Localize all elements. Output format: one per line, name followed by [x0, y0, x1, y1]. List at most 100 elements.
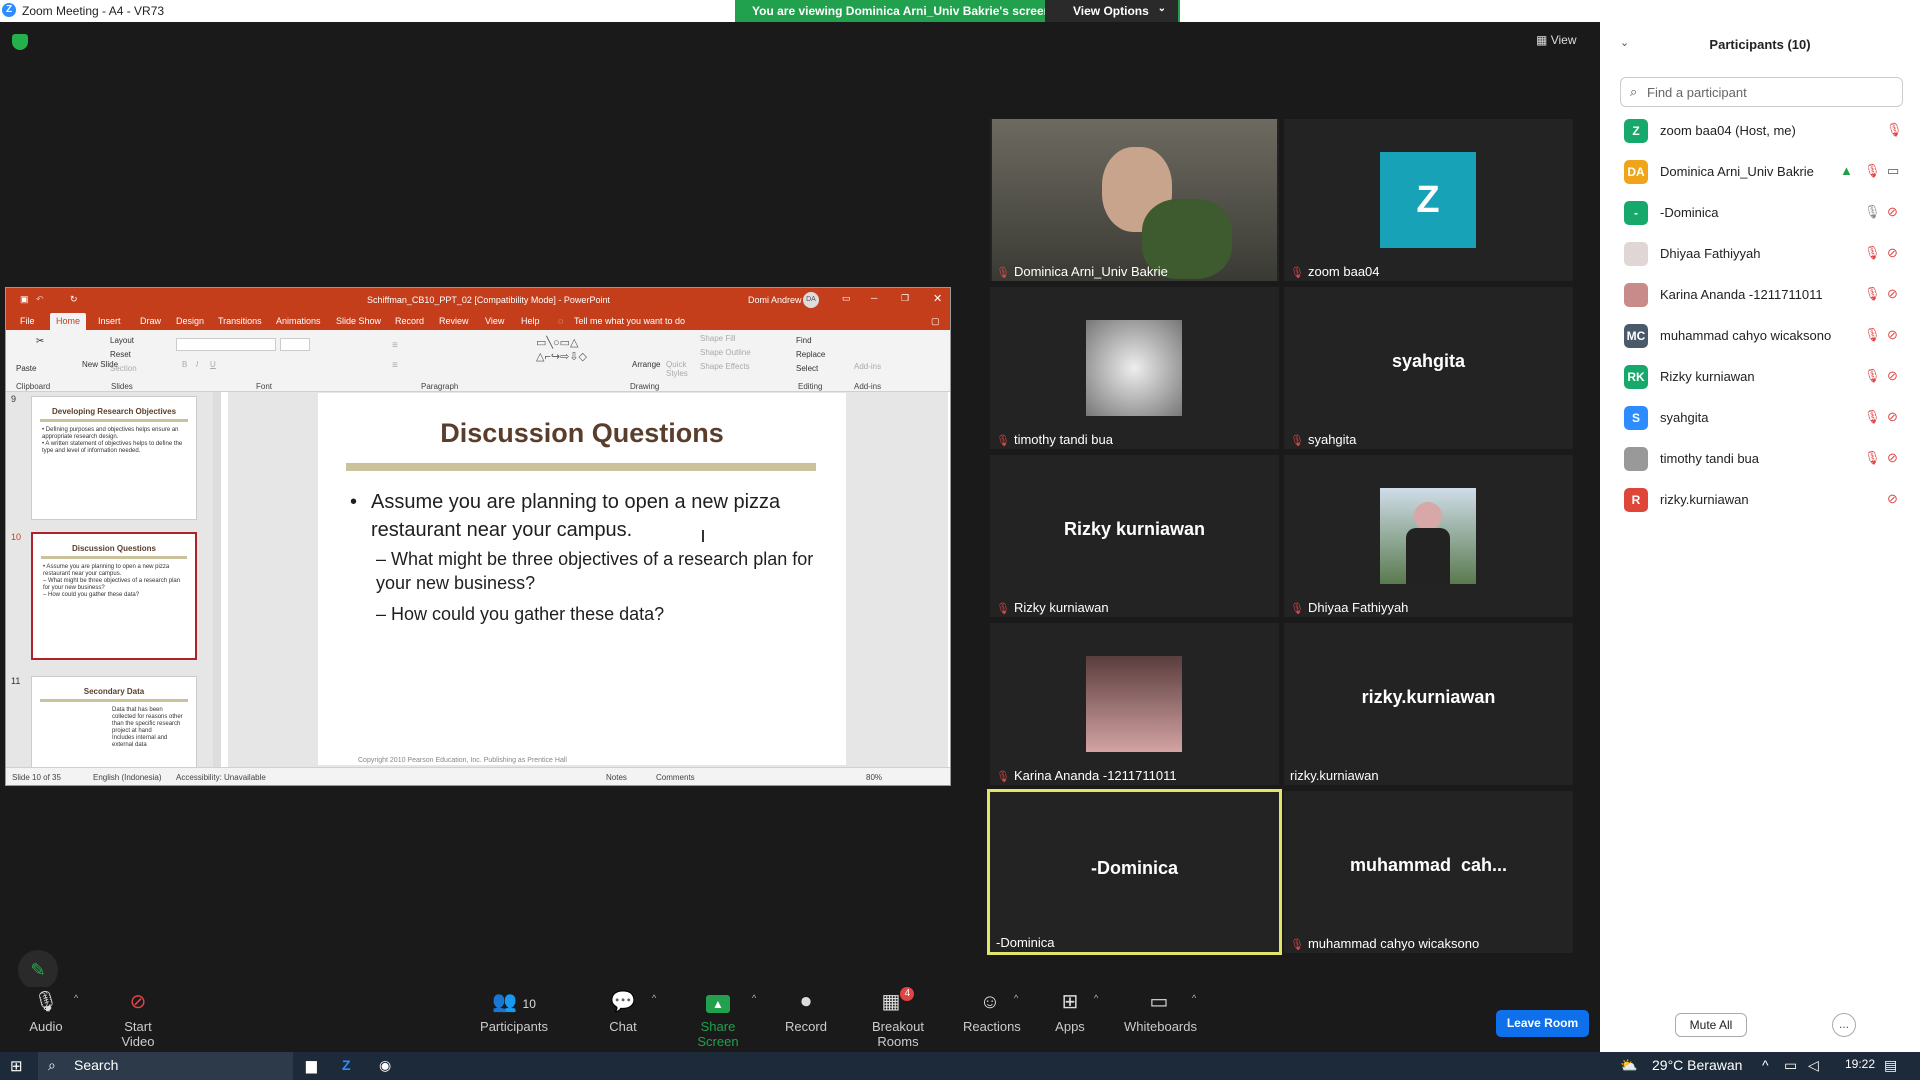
chat-button[interactable]: 💬 Chat — [608, 987, 638, 1034]
reactions-caret-icon[interactable]: ^ — [1014, 993, 1018, 1003]
add-ins-button[interactable]: Add-ins — [854, 362, 881, 371]
shapes-gallery[interactable]: ▭╲○▭△ — [536, 336, 579, 349]
shape-outline-button[interactable]: Shape Outline — [700, 348, 751, 357]
participant-row[interactable]: MC muhammad cahyo wicaksono 🎙 ⊘ — [1600, 315, 1920, 356]
align-left-icon[interactable]: ≡ — [392, 360, 398, 371]
italic-button[interactable]: I — [196, 360, 198, 369]
chrome-icon[interactable]: ◉ — [379, 1057, 391, 1074]
video-tile[interactable]: syahgita 🎙 syahgita — [1284, 287, 1573, 449]
save-icon[interactable]: ▣ — [20, 294, 29, 305]
audio-caret-icon[interactable]: ^ — [74, 993, 78, 1003]
tab-transitions[interactable]: Transitions — [218, 316, 262, 326]
tell-me-search[interactable]: Tell me what you want to do — [574, 316, 685, 326]
tab-file[interactable]: File — [20, 316, 35, 326]
slide-thumbnails-pane[interactable]: 9 Developing Research Objectives • Defin… — [6, 392, 221, 771]
bold-button[interactable]: B — [182, 360, 187, 369]
share-screen-button[interactable]: ▲ Share Screen — [680, 987, 756, 1049]
volume-icon[interactable]: ◁ — [1808, 1057, 1819, 1074]
tab-design[interactable]: Design — [176, 316, 204, 326]
notes-button[interactable]: Notes — [606, 773, 627, 782]
paste-button[interactable]: Paste — [16, 364, 36, 373]
participant-row[interactable]: S syahgita 🎙 ⊘ — [1600, 397, 1920, 438]
audio-button[interactable]: 🎙 Audio — [24, 987, 68, 1034]
share-caret-icon[interactable]: ^ — [752, 993, 756, 1003]
video-off-icon[interactable]: ⊘ — [1887, 491, 1898, 507]
redo-icon[interactable]: ↻ — [70, 294, 78, 305]
record-button[interactable]: ⏺ Record — [783, 987, 829, 1034]
weather-icon[interactable]: ⛅ — [1620, 1057, 1637, 1074]
tab-review[interactable]: Review — [439, 316, 469, 326]
language-indicator[interactable]: English (Indonesia) — [93, 773, 161, 782]
annotate-pencil-icon[interactable]: ✎ — [18, 950, 58, 990]
view-layout-button[interactable]: ▦ View — [1536, 33, 1576, 47]
mic-muted-icon[interactable]: 🎙 — [1864, 450, 1881, 466]
video-off-icon[interactable]: ⊘ — [1887, 204, 1898, 220]
tab-record[interactable]: Record — [395, 316, 424, 326]
section-button[interactable]: Section — [110, 364, 137, 373]
mic-muted-icon[interactable]: 🎙 — [1864, 163, 1881, 179]
video-tile[interactable]: 🎙 Dominica Arni_Univ Bakrie — [990, 119, 1279, 281]
slide-thumbnail[interactable]: Secondary Data Data that has been collec… — [31, 676, 197, 771]
mic-on-icon[interactable]: 🎙 — [1864, 204, 1881, 220]
reset-button[interactable]: Reset — [110, 350, 131, 359]
breakout-rooms-button[interactable]: ▦ 4 Breakout Rooms — [853, 987, 943, 1049]
video-tile[interactable]: 🎙 Dhiyaa Fathiyyah — [1284, 455, 1573, 617]
find-button[interactable]: Find — [796, 336, 812, 345]
more-options-button[interactable]: ... — [1832, 1013, 1856, 1037]
chat-caret-icon[interactable]: ^ — [652, 993, 656, 1003]
comments-button[interactable]: Comments — [656, 773, 695, 782]
video-tile[interactable]: rizky.kurniawan rizky.kurniawan — [1284, 623, 1573, 785]
reactions-button[interactable]: ☺ Reactions — [963, 987, 1021, 1034]
select-button[interactable]: Select — [796, 364, 818, 373]
bullets-icon[interactable]: ≡ — [392, 340, 398, 351]
video-tile[interactable]: Z 🎙 zoom baa04 — [1284, 119, 1573, 281]
mic-muted-icon[interactable]: 🎙 — [1864, 327, 1881, 343]
video-off-icon[interactable]: ⊘ — [1887, 450, 1898, 466]
video-tile-active-speaker[interactable]: -Dominica -Dominica — [987, 789, 1282, 955]
security-shield-icon[interactable] — [12, 34, 28, 50]
quick-styles-button[interactable]: Quick Styles — [666, 360, 690, 378]
mic-muted-icon[interactable]: 🎙 — [1886, 122, 1903, 138]
clock[interactable]: 19:22 — [1845, 1057, 1875, 1071]
file-explorer-icon[interactable]: ▆ — [306, 1057, 317, 1074]
tab-insert[interactable]: Insert — [98, 316, 121, 326]
whiteboards-caret-icon[interactable]: ^ — [1192, 993, 1196, 1003]
taskbar-search-box[interactable]: ⌕ Search — [38, 1052, 293, 1080]
participant-row[interactable]: DA Dominica Arni_Univ Bakrie ▲ 🎙 ▭ — [1600, 151, 1920, 192]
video-on-icon[interactable]: ▭ — [1887, 163, 1899, 179]
mic-muted-icon[interactable]: 🎙 — [1864, 245, 1881, 261]
shapes-gallery-row2[interactable]: △⌐↪⇨⇩◇ — [536, 350, 587, 363]
cut-icon[interactable]: ✂ — [36, 336, 44, 347]
participants-button[interactable]: 👥 10 Participants — [480, 987, 548, 1034]
tab-view[interactable]: View — [485, 316, 504, 326]
comments-icon[interactable]: ▢ — [931, 316, 940, 327]
participant-row[interactable]: Karina Ananda -1211711011 🎙 ⊘ — [1600, 274, 1920, 315]
video-tile[interactable]: muhammad cah... 🎙 muhammad cahyo wicakson… — [1284, 791, 1573, 953]
zoom-level[interactable]: 80% — [866, 773, 882, 782]
undo-icon[interactable]: ↶ — [36, 294, 44, 305]
font-name-dropdown[interactable] — [176, 338, 276, 351]
video-tile[interactable]: 🎙 timothy tandi bua — [990, 287, 1279, 449]
start-video-button[interactable]: ⊘ Start Video — [106, 987, 170, 1049]
accessibility-status[interactable]: Accessibility: Unavailable — [176, 773, 266, 782]
leave-room-button[interactable]: Leave Room — [1496, 1010, 1589, 1037]
mute-all-button[interactable]: Mute All — [1675, 1013, 1747, 1037]
slide-thumbnail-selected[interactable]: Discussion Questions • Assume you are pl… — [31, 532, 197, 660]
shape-fill-button[interactable]: Shape Fill — [700, 334, 736, 343]
slide-thumbnail[interactable]: Developing Research Objectives • Definin… — [31, 396, 197, 520]
mic-muted-icon[interactable]: 🎙 — [1864, 368, 1881, 384]
ppt-minimize-icon[interactable]: ─ — [871, 293, 877, 303]
thumbs-scrollbar[interactable] — [213, 392, 221, 767]
participant-row[interactable]: Dhiyaa Fathiyyah 🎙 ⊘ — [1600, 233, 1920, 274]
participant-row[interactable]: - -Dominica 🎙 ⊘ — [1600, 192, 1920, 233]
view-options-button[interactable]: View Options ⌄ — [1045, 0, 1178, 22]
tab-slide-show[interactable]: Slide Show — [336, 316, 381, 326]
font-size-dropdown[interactable] — [280, 338, 310, 351]
tab-animations[interactable]: Animations — [276, 316, 321, 326]
video-tile[interactable]: Rizky kurniawan 🎙 Rizky kurniawan — [990, 455, 1279, 617]
tab-draw[interactable]: Draw — [140, 316, 161, 326]
windows-start-icon[interactable]: ⊞ — [10, 1057, 23, 1075]
ppt-restore-icon[interactable]: ❐ — [901, 293, 909, 304]
mic-muted-icon[interactable]: 🎙 — [1864, 286, 1881, 302]
replace-button[interactable]: Replace — [796, 350, 825, 359]
